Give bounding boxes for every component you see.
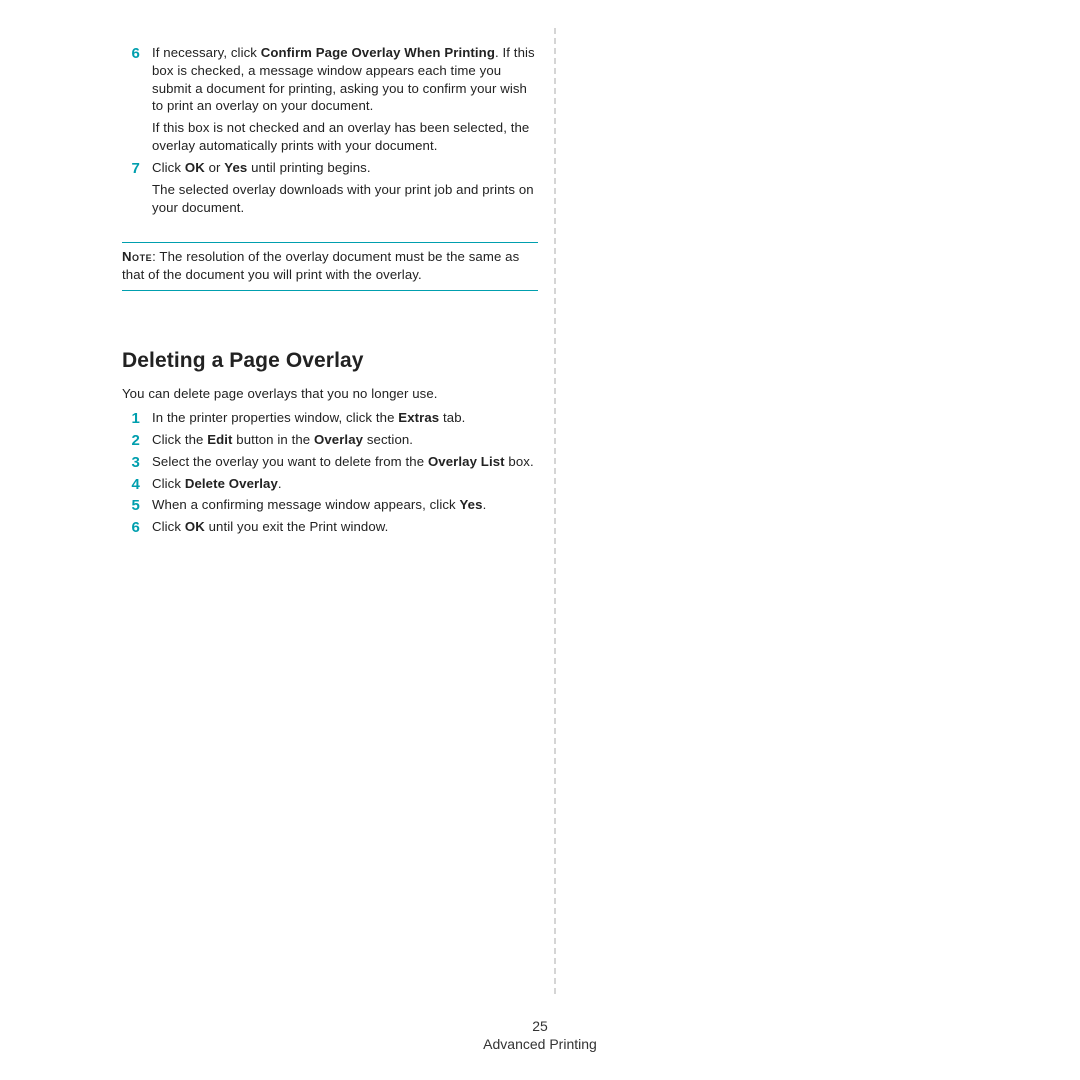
b-step-5-text: When a confirming message window appears…: [152, 496, 538, 514]
page-footer: 25 Advanced Printing: [0, 1018, 1080, 1052]
term-delete-overlay: Delete Overlay: [185, 476, 278, 491]
column-divider: [554, 28, 556, 994]
note-box: Note: The resolution of the overlay docu…: [122, 242, 538, 291]
heading-deleting-overlay: Deleting a Page Overlay: [122, 347, 538, 375]
page: 6 If necessary, click Confirm Page Overl…: [0, 0, 1080, 1080]
term-confirm-page-overlay: Confirm Page Overlay When Printing: [261, 45, 495, 60]
step-body: Select the overlay you want to delete fr…: [152, 453, 538, 475]
text: section.: [363, 432, 413, 447]
step-number-4: 4: [122, 475, 152, 495]
text: box.: [505, 454, 534, 469]
term-extras: Extras: [398, 410, 439, 425]
term-ok: OK: [185, 160, 205, 175]
step-6-para-2: If this box is not checked and an overla…: [152, 119, 538, 155]
step-number-3: 3: [122, 453, 152, 473]
step-gutter: 3: [122, 453, 152, 475]
step-body: If necessary, click Confirm Page Overlay…: [152, 44, 538, 159]
b-step-1-text: In the printer properties window, click …: [152, 409, 538, 427]
text: Click: [152, 160, 185, 175]
step-body: In the printer properties window, click …: [152, 409, 538, 431]
b-step-6: 6 Click OK until you exit the Print wind…: [122, 518, 538, 540]
text: Click: [152, 519, 185, 534]
step-body: When a confirming message window appears…: [152, 496, 538, 518]
text: .: [278, 476, 282, 491]
b-step-2-text: Click the Edit button in the Overlay sec…: [152, 431, 538, 449]
step-gutter: 6: [122, 518, 152, 540]
term-yes: Yes: [224, 160, 247, 175]
step-number-7: 7: [122, 159, 152, 179]
step-gutter: 7: [122, 159, 152, 220]
text: When a confirming message window appears…: [152, 497, 460, 512]
step-body: Click the Edit button in the Overlay sec…: [152, 431, 538, 453]
b-step-6-text: Click OK until you exit the Print window…: [152, 518, 538, 536]
step-7-para-2: The selected overlay downloads with your…: [152, 181, 538, 217]
b-step-3-text: Select the overlay you want to delete fr…: [152, 453, 538, 471]
page-number: 25: [0, 1018, 1080, 1034]
note-text: : The resolution of the overlay document…: [122, 249, 519, 282]
step-body: Click Delete Overlay.: [152, 475, 538, 497]
term-edit: Edit: [207, 432, 232, 447]
term-ok: OK: [185, 519, 205, 534]
step-body: Click OK or Yes until printing begins. T…: [152, 159, 538, 220]
left-column: 6 If necessary, click Confirm Page Overl…: [122, 44, 538, 540]
step-number-2: 2: [122, 431, 152, 451]
step-7-para-1: Click OK or Yes until printing begins.: [152, 159, 538, 177]
b-step-4: 4 Click Delete Overlay.: [122, 475, 538, 497]
text: If necessary, click: [152, 45, 261, 60]
text: until printing begins.: [247, 160, 370, 175]
text: tab.: [439, 410, 465, 425]
step-gutter: 4: [122, 475, 152, 497]
step-7: 7 Click OK or Yes until printing begins.…: [122, 159, 538, 220]
step-6-para-1: If necessary, click Confirm Page Overlay…: [152, 44, 538, 115]
note-label: Note: [122, 249, 152, 264]
term-yes: Yes: [460, 497, 483, 512]
step-number-5: 5: [122, 496, 152, 516]
text: Click: [152, 476, 185, 491]
b-step-4-text: Click Delete Overlay.: [152, 475, 538, 493]
step-gutter: 1: [122, 409, 152, 431]
b-step-5: 5 When a confirming message window appea…: [122, 496, 538, 518]
term-overlay-list: Overlay List: [428, 454, 505, 469]
text: or: [205, 160, 224, 175]
step-number-6b: 6: [122, 518, 152, 538]
text: In the printer properties window, click …: [152, 410, 398, 425]
footer-title: Advanced Printing: [483, 1036, 597, 1052]
section-intro: You can delete page overlays that you no…: [122, 385, 538, 403]
text: Select the overlay you want to delete fr…: [152, 454, 428, 469]
step-gutter: 6: [122, 44, 152, 159]
text: .: [483, 497, 487, 512]
b-step-2: 2 Click the Edit button in the Overlay s…: [122, 431, 538, 453]
text: Click the: [152, 432, 207, 447]
term-overlay: Overlay: [314, 432, 363, 447]
text: until you exit the Print window.: [205, 519, 389, 534]
step-number-1: 1: [122, 409, 152, 429]
step-number-6: 6: [122, 44, 152, 64]
b-step-3: 3 Select the overlay you want to delete …: [122, 453, 538, 475]
text: button in the: [233, 432, 314, 447]
step-6: 6 If necessary, click Confirm Page Overl…: [122, 44, 538, 159]
step-body: Click OK until you exit the Print window…: [152, 518, 538, 540]
b-step-1: 1 In the printer properties window, clic…: [122, 409, 538, 431]
step-gutter: 2: [122, 431, 152, 453]
step-gutter: 5: [122, 496, 152, 518]
